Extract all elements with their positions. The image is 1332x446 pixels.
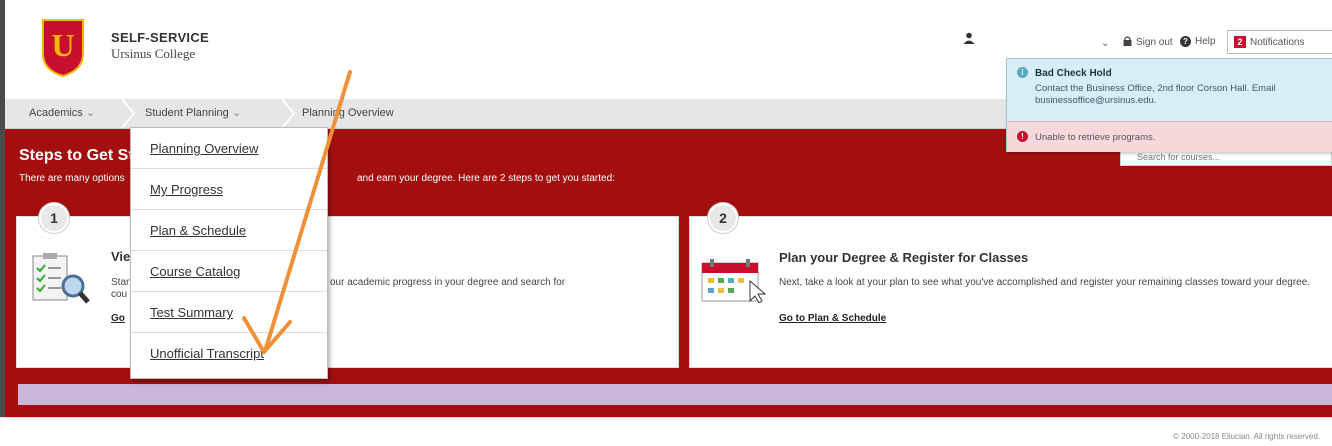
step-1-title: View Your Progress [111, 249, 131, 264]
menu-item-label: Plan & Schedule [150, 223, 247, 238]
error-notification[interactable]: ! Unable to retrieve programs. [1007, 121, 1332, 152]
menu-item-my-progress[interactable]: My Progress [131, 169, 327, 210]
nav-academics-label: Academics [29, 107, 83, 119]
footer: © 2000-2018 Ellucian. All rights reserve… [0, 417, 1332, 446]
info-bar [18, 384, 1332, 405]
notification-count-badge: 2 [1234, 36, 1246, 48]
menu-item-planning-overview[interactable]: Planning Overview [131, 128, 327, 169]
notifications-popup: i Bad Check Hold Contact the Business Of… [1006, 58, 1332, 152]
svg-text:U: U [51, 27, 74, 63]
step-1-link[interactable]: Go [111, 313, 125, 324]
error-icon: ! [1017, 131, 1028, 142]
menu-item-test-summary[interactable]: Test Summary [131, 292, 327, 333]
chevron-down-icon: ⌄ [85, 107, 96, 119]
notifications-label: Notifications [1250, 36, 1305, 48]
menu-item-label: Course Catalog [150, 264, 241, 279]
notifications-button[interactable]: 2 Notifications [1227, 30, 1332, 54]
menu-item-label: My Progress [150, 182, 223, 197]
step-1-text-left2: cou [111, 289, 128, 300]
info-icon: i [1017, 67, 1028, 78]
step-1-text-left: Start [111, 277, 133, 288]
brand-title: SELF-SERVICE [111, 30, 209, 45]
help-icon: ? [1180, 36, 1191, 47]
help-button[interactable]: ? Help [1180, 36, 1216, 47]
nav-student-planning[interactable]: Student Planning ⌄ [145, 99, 241, 128]
step-2-title: Plan your Degree & Register for Classes [779, 250, 1029, 265]
hold-body: Contact the Business Office, 2nd floor C… [1035, 83, 1276, 106]
page-subtitle-right: and earn your degree. Here are 2 steps t… [357, 173, 615, 184]
hold-title: Bad Check Hold [1035, 68, 1112, 79]
menu-item-course-catalog[interactable]: Course Catalog [131, 251, 327, 292]
user-icon[interactable] [963, 32, 975, 47]
nav-planning-overview[interactable]: Planning Overview [302, 99, 394, 128]
step-number: 2 [708, 203, 738, 233]
sign-out-button[interactable]: Sign out [1123, 36, 1173, 49]
sign-out-label: Sign out [1136, 37, 1173, 48]
step-card-2: 2 Plan your Degree & Register for Classe… [689, 203, 1332, 368]
brand-college: Ursinus College [111, 46, 196, 61]
menu-item-label: Test Summary [150, 305, 234, 320]
chevron-down-icon: ⌄ [231, 107, 242, 119]
calendar-icon [701, 259, 767, 303]
step-card-1: 1 View Your Progress Start cou our acade… [16, 203, 679, 368]
page-subtitle-left: There are many options [19, 173, 125, 184]
menu-item-label: Planning Overview [150, 141, 259, 156]
student-planning-dropdown-menu: Planning Overview My Progress Plan & Sch… [130, 127, 328, 379]
user-menu-chevron-icon[interactable]: ⌄ [1101, 38, 1109, 49]
breadcrumb-separator [282, 99, 296, 128]
nav-academics[interactable]: Academics ⌄ [29, 99, 95, 128]
menu-item-unofficial-transcript[interactable]: Unofficial Transcript [131, 333, 327, 374]
menu-item-plan-schedule[interactable]: Plan & Schedule [131, 210, 327, 251]
breadcrumb-separator [122, 99, 136, 128]
copyright-text: © 2000-2018 Ellucian. All rights reserve… [1173, 432, 1320, 441]
lock-icon [1123, 36, 1132, 49]
hold-notification[interactable]: i Bad Check Hold Contact the Business Of… [1007, 59, 1332, 121]
checklist-magnifier-icon [32, 253, 90, 304]
menu-item-label: Unofficial Transcript [150, 346, 264, 361]
step-2-text: Next, take a look at your plan to see wh… [779, 277, 1311, 288]
ursinus-logo: U [42, 19, 84, 78]
nav-student-planning-label: Student Planning [145, 107, 229, 119]
error-text: Unable to retrieve programs. [1035, 132, 1156, 143]
step-1-text-right: our academic progress in your degree and… [330, 277, 566, 288]
step-number: 1 [39, 203, 69, 233]
go-to-plan-schedule-link[interactable]: Go to Plan & Schedule [779, 313, 886, 324]
help-label: Help [1195, 36, 1216, 47]
